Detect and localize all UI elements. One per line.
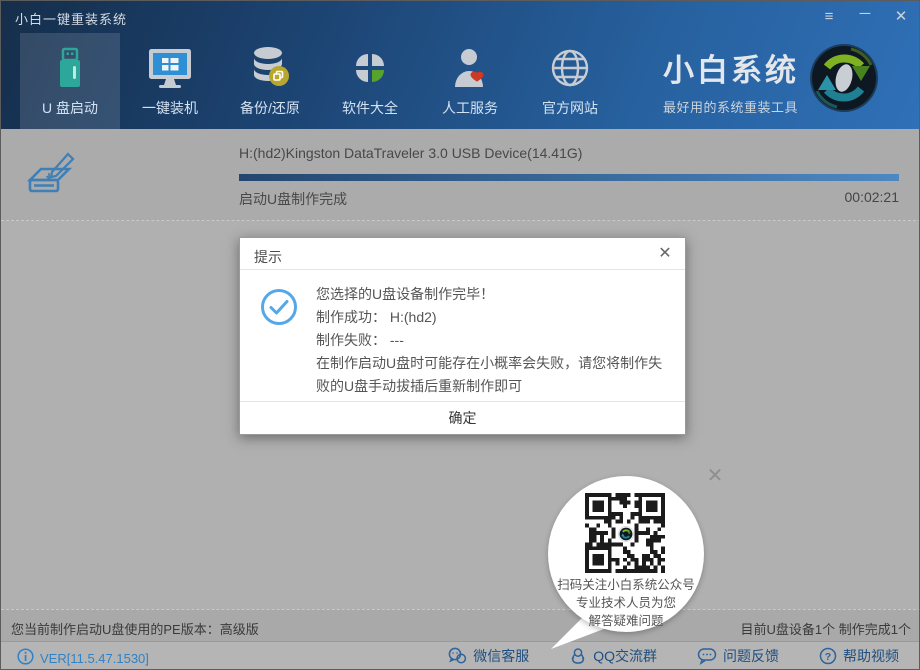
footer-link-label: 帮助视频 [843, 646, 899, 666]
version-text: VER[11.5.47.1530] [40, 651, 149, 666]
alert-dialog: 提示 ✕ 您选择的U盘设备制作完毕！ 制作成功： H:(hd2) 制作失败： -… [239, 237, 686, 435]
progress-bar-fill [239, 174, 899, 181]
qr-caption: 扫码关注小白系统公众号 专业技术人员为您 解答疑难问题 [548, 576, 704, 630]
footer-bar: VER[11.5.47.1530] 微信客服 [1, 641, 920, 670]
person-heart-icon [447, 45, 493, 91]
help-question-icon: ? [819, 647, 837, 665]
qr-bubble: 扫码关注小白系统公众号 专业技术人员为您 解答疑难问题 [548, 476, 704, 632]
dialog-footer: 确定 [240, 401, 685, 435]
nav-label: 官方网站 [542, 98, 598, 118]
apps-clover-icon [347, 45, 393, 91]
brand-logo: 小白系统 最好用的系统重装工具 [663, 45, 799, 116]
nav-item-human-service[interactable]: 人工服务 [420, 33, 520, 129]
elapsed-time: 00:02:21 [845, 189, 900, 205]
nav-item-backup-restore[interactable]: 备份/还原 [220, 33, 320, 129]
progress-bar [239, 174, 899, 181]
nav-label: 一键装机 [142, 98, 198, 118]
nav-item-official-site[interactable]: 官方网站 [520, 33, 620, 129]
qr-caption-line: 专业技术人员为您 [548, 594, 704, 612]
device-count-text: 目前U盘设备1个 制作完成1个 [741, 619, 911, 638]
footer-link-label: 问题反馈 [723, 646, 779, 666]
close-icon[interactable]: ✕ [891, 7, 911, 27]
nav-label: 备份/还原 [240, 98, 300, 118]
feedback-bubble-icon [697, 647, 717, 665]
footer-link-label: 微信客服 [473, 646, 529, 666]
qr-center-logo-icon [618, 526, 634, 542]
window-title: 小白一键重装系统 [15, 9, 127, 28]
brand-mark-icon [807, 41, 881, 115]
dialog-title: 提示 [254, 247, 282, 267]
success-check-icon [260, 288, 298, 331]
window-controls: ≡ ─ ✕ [819, 7, 911, 27]
qr-caption-line: 扫码关注小白系统公众号 [548, 576, 704, 594]
svg-text:?: ? [825, 651, 831, 663]
footer-links: 微信客服 QQ交流群 [447, 646, 899, 666]
nav-item-software-center[interactable]: 软件大全 [320, 33, 420, 129]
disk-burn-icon [21, 147, 77, 208]
brand-tagline: 最好用的系统重装工具 [663, 97, 799, 116]
dialog-message-line: 在制作启动U盘时可能存在小概率会失败，请您将制作失败的U盘手动拔插后重新制作即可 [316, 352, 668, 398]
qr-caption-line: 解答疑难问题 [548, 612, 704, 630]
dialog-message-line: 您选择的U盘设备制作完毕！ [316, 283, 668, 306]
ok-button[interactable]: 确定 [403, 402, 523, 436]
usb-drive-icon [48, 45, 92, 91]
app-window: 小白一键重装系统 ≡ ─ ✕ U 盘启动 [0, 0, 920, 670]
titlebar: 小白一键重装系统 ≡ ─ ✕ [1, 1, 920, 33]
footer-link-wechat[interactable]: 微信客服 [447, 646, 529, 666]
nav-label: 人工服务 [442, 98, 498, 118]
main-nav: U 盘启动 一键装机 [20, 33, 620, 129]
wechat-icon [447, 647, 467, 665]
footer-link-help[interactable]: ? 帮助视频 [819, 646, 899, 666]
version-info[interactable]: VER[11.5.47.1530] [17, 648, 149, 668]
nav-item-usb-boot[interactable]: U 盘启动 [20, 33, 120, 129]
menu-icon[interactable]: ≡ [819, 7, 839, 27]
progress-status-text: 启动U盘制作完成 [239, 189, 347, 209]
status-row: 您当前制作启动U盘使用的PE版本：高级版 目前U盘设备1个 制作完成1个 [1, 609, 920, 641]
footer-link-feedback[interactable]: 问题反馈 [697, 646, 779, 666]
minimize-icon[interactable]: ─ [855, 7, 875, 27]
brand-title: 小白系统 [663, 45, 799, 90]
header: 小白一键重装系统 ≡ ─ ✕ U 盘启动 [1, 1, 920, 129]
dialog-close-icon[interactable]: ✕ [655, 244, 675, 264]
info-icon [17, 648, 34, 668]
globe-icon [547, 45, 593, 91]
dialog-header: 提示 ✕ [240, 238, 685, 270]
burn-progress-section: H:(hd2)Kingston DataTraveler 3.0 USB Dev… [1, 129, 920, 221]
qr-bubble-close-icon[interactable]: ✕ [703, 464, 727, 488]
dialog-message-line: 制作成功： H:(hd2) [316, 306, 668, 329]
nav-label: U 盘启动 [42, 98, 98, 118]
pe-version-text: 您当前制作启动U盘使用的PE版本：高级版 [11, 619, 259, 638]
nav-item-one-click-install[interactable]: 一键装机 [120, 33, 220, 129]
usb-device-name: H:(hd2)Kingston DataTraveler 3.0 USB Dev… [239, 145, 582, 161]
dialog-message-line: 制作失败： --- [316, 329, 668, 352]
nav-label: 软件大全 [342, 98, 398, 118]
monitor-icon [146, 45, 194, 91]
database-backup-icon [246, 45, 294, 91]
dialog-body: 您选择的U盘设备制作完毕！ 制作成功： H:(hd2) 制作失败： --- 在制… [240, 270, 685, 401]
